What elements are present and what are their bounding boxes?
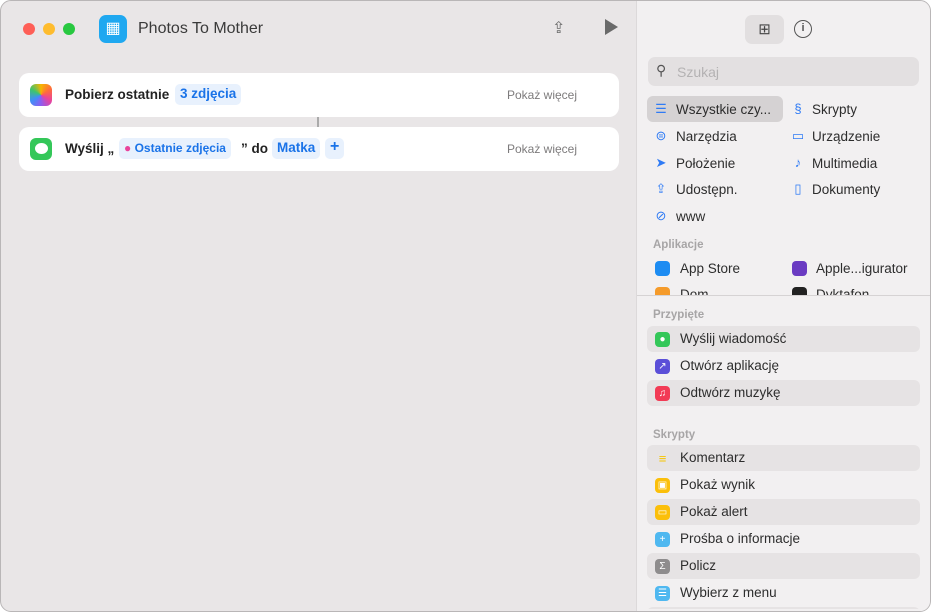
item-label: Wybierz z menu bbox=[680, 585, 777, 600]
home-icon bbox=[655, 287, 670, 295]
pinned-item[interactable]: ● Wyślij wiadomość bbox=[647, 326, 920, 352]
app-store-icon bbox=[655, 261, 670, 276]
category-location[interactable]: Położenie bbox=[676, 156, 735, 171]
divider bbox=[637, 295, 930, 296]
open-app-icon: ↗ bbox=[655, 359, 670, 374]
category-sharing[interactable]: Udostępn. bbox=[676, 182, 738, 197]
photo-count-token[interactable]: 3 zdjęcia bbox=[175, 84, 242, 105]
photos-app-icon bbox=[30, 84, 52, 106]
show-more-link[interactable]: Pokaż więcej bbox=[507, 142, 577, 156]
add-recipient-button[interactable]: + bbox=[325, 138, 345, 159]
toggles-icon: ⊜ bbox=[655, 128, 667, 143]
play-icon[interactable] bbox=[605, 19, 618, 35]
window-title: Photos To Mother bbox=[138, 20, 264, 37]
minimize-button[interactable] bbox=[43, 23, 55, 35]
share-icon[interactable]: ⇪ bbox=[552, 18, 570, 38]
sigma-icon: Σ bbox=[655, 559, 670, 574]
search-placeholder: Szukaj bbox=[677, 64, 720, 80]
item-label: Odtwórz muzykę bbox=[680, 385, 781, 400]
apps-list: App Store Apple...igurator Dom Dyktafon bbox=[637, 253, 930, 295]
category-tools[interactable]: Narzędzia bbox=[676, 129, 737, 144]
category-web[interactable]: www bbox=[676, 209, 705, 224]
display-icon: ▭ bbox=[791, 128, 805, 143]
action-mid-label: ” do bbox=[241, 141, 268, 156]
script-item[interactable]: ≡ Komentarz bbox=[647, 445, 920, 471]
recipient-token[interactable]: Matka bbox=[272, 138, 321, 159]
app-item[interactable]: App Store bbox=[680, 261, 740, 276]
action-label: Pobierz ostatnie bbox=[65, 87, 170, 102]
action-send-message[interactable]: Wyślij „ ● Ostatnie zdjęcia ” do Matka +… bbox=[19, 127, 619, 171]
scripts-section-header: Skrypty bbox=[653, 429, 696, 441]
search-input[interactable]: ⚲ Szukaj bbox=[648, 57, 919, 86]
app-item[interactable]: Dyktafon bbox=[816, 287, 869, 295]
alert-icon: ▭ bbox=[655, 505, 670, 520]
variable-label: Ostatnie zdjęcia bbox=[134, 141, 226, 155]
scripts-icon: § bbox=[794, 101, 802, 116]
close-button[interactable] bbox=[23, 23, 35, 35]
document-icon: ▯ bbox=[794, 181, 802, 196]
music-icon: ♫ bbox=[655, 386, 670, 401]
action-label: Wyślij „ bbox=[65, 141, 115, 156]
info-icon[interactable]: i bbox=[794, 20, 812, 38]
item-label: Pokaż wynik bbox=[680, 477, 756, 492]
menu-icon: ☰ bbox=[655, 586, 670, 601]
script-item[interactable]: ☰ Wybierz z menu bbox=[647, 580, 920, 606]
share-icon: ⇪ bbox=[655, 181, 667, 196]
show-more-link[interactable]: Pokaż więcej bbox=[507, 88, 577, 102]
item-label: Wyślij wiadomość bbox=[680, 331, 787, 346]
messages-app-icon bbox=[30, 138, 52, 160]
action-get-latest-photos[interactable]: Pobierz ostatnie 3 zdjęcia Pokaż więcej bbox=[19, 73, 619, 117]
zoom-button[interactable] bbox=[63, 23, 75, 35]
script-item[interactable]: Σ Policz bbox=[647, 553, 920, 579]
scripts-list: ≡ Komentarz ▣ Pokaż wynik ▭ Pokaż alert + Pr… bbox=[637, 445, 930, 609]
ask-input-icon: + bbox=[655, 532, 670, 547]
item-label: Otwórz aplikację bbox=[680, 358, 780, 373]
item-label: Policz bbox=[680, 558, 717, 573]
category-media[interactable]: Multimedia bbox=[812, 156, 877, 171]
script-item[interactable]: + Prośba o informacje bbox=[647, 526, 920, 552]
item-label: Komentarz bbox=[680, 450, 746, 465]
compass-icon: ⊘ bbox=[655, 208, 667, 223]
messages-icon: ● bbox=[655, 332, 670, 347]
action-library-tab-icon[interactable]: ⊞ bbox=[745, 15, 784, 44]
app-item[interactable]: Dom bbox=[680, 287, 709, 295]
latest-photos-variable[interactable]: ● Ostatnie zdjęcia bbox=[119, 138, 231, 159]
script-item[interactable]: ▭ Pokaż alert bbox=[647, 499, 920, 525]
category-scripts[interactable]: Skrypty bbox=[812, 102, 857, 117]
category-device[interactable]: Urządzenie bbox=[812, 129, 880, 144]
category-all[interactable]: Wszystkie czy... bbox=[676, 102, 771, 117]
category-documents[interactable]: Dokumenty bbox=[812, 182, 880, 197]
pinned-item[interactable]: ♫ Odtwórz muzykę bbox=[647, 380, 920, 406]
voice-memos-icon bbox=[792, 287, 807, 295]
app-item[interactable]: Apple...igurator bbox=[816, 261, 908, 276]
search-icon: ⚲ bbox=[656, 62, 667, 78]
show-result-icon: ▣ bbox=[655, 478, 670, 493]
action-library-panel: ⊞ i ⚲ Szukaj ☰ Wszystkie czy... § Skrypty … bbox=[636, 1, 930, 611]
list-icon: ☰ bbox=[655, 101, 667, 116]
pinned-item[interactable]: ↗ Otwórz aplikację bbox=[647, 353, 920, 379]
script-item bbox=[647, 607, 920, 609]
item-label: Pokaż alert bbox=[680, 504, 748, 519]
location-icon: ➤ bbox=[655, 155, 667, 170]
connector bbox=[317, 117, 319, 127]
script-item[interactable]: ▣ Pokaż wynik bbox=[647, 472, 920, 498]
shortcuts-window: ▦ Photos To Mother ⇪ Pobierz ostatnie 3 … bbox=[0, 0, 931, 612]
apps-section-header: Aplikacje bbox=[653, 239, 704, 251]
comment-icon: ≡ bbox=[658, 451, 667, 466]
pinned-section-header: Przypięte bbox=[653, 309, 705, 321]
configurator-icon bbox=[792, 261, 807, 276]
shortcut-icon[interactable]: ▦ bbox=[99, 15, 127, 43]
music-note-icon: ♪ bbox=[794, 155, 802, 170]
item-label: Prośba o informacje bbox=[680, 531, 801, 546]
